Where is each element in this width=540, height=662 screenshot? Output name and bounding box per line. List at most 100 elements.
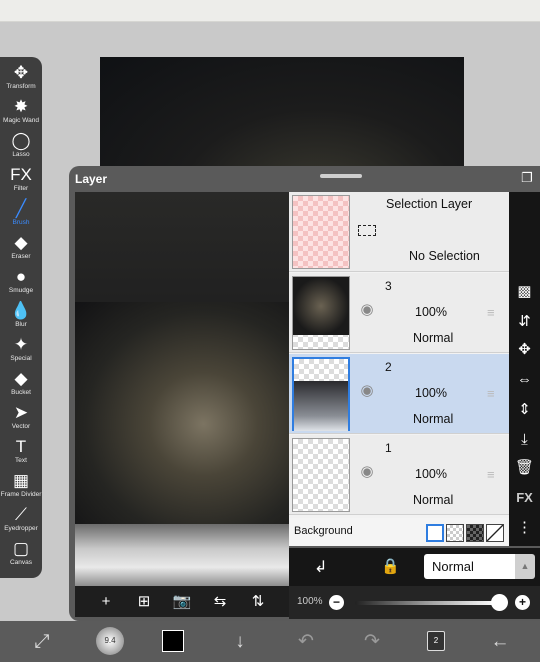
tool-vector[interactable]: ➤ Vector (0, 403, 42, 436)
tool-label: Magic Wand (3, 117, 39, 124)
tool-canvas[interactable]: ▢ Canvas (0, 539, 42, 572)
duplicate-layer-icon[interactable]: ⊞ (133, 592, 155, 612)
layer-list: Selection Layer No Selection 3 ◉ 100% ≡ … (289, 192, 509, 546)
panel-title: Layer (75, 172, 108, 186)
down-arrow-icon[interactable]: ↓ (228, 630, 252, 654)
background-dark-swatch[interactable] (466, 524, 484, 542)
background-row[interactable]: Background (289, 518, 509, 546)
layer-blend-mode: Normal (413, 493, 454, 507)
special-icon: ✦ (13, 335, 29, 354)
transform-icon: ✥ (13, 63, 29, 82)
opacity-slider[interactable] (355, 601, 495, 605)
blend-mode-select[interactable]: Normal (424, 554, 520, 579)
visibility-eye-icon[interactable]: ◉ (357, 302, 377, 317)
tool-smudge[interactable]: ● Smudge (0, 267, 42, 300)
drag-handle[interactable] (320, 174, 362, 178)
layer-opacity: 100% (415, 305, 447, 319)
trash-icon[interactable]: 🗑 (509, 456, 540, 480)
back-arrow-icon[interactable]: ← (488, 630, 512, 654)
layer-preview (75, 192, 289, 586)
tool-frame-divider[interactable]: ▦ Frame Divider (0, 471, 42, 504)
clipping-icon[interactable]: ↲ (314, 557, 327, 577)
blend-mode-arrow-icon[interactable]: ▲ (515, 554, 535, 579)
add-layer-icon[interactable]: + (95, 592, 117, 612)
opacity-plus-button[interactable]: + (515, 595, 530, 610)
layer-opacity: 100% (415, 467, 447, 481)
text-icon: T (15, 437, 27, 456)
tool-lasso[interactable]: ◯ Lasso (0, 131, 42, 164)
frame-divider-icon: ▦ (12, 471, 30, 490)
flip-horizontal-icon[interactable]: ⇆ (209, 592, 231, 612)
move-icon[interactable]: ✥ (509, 338, 540, 362)
transparency-icon[interactable]: ▩ (509, 280, 540, 304)
reorder-handle-icon[interactable]: ≡ (487, 386, 495, 401)
layer-blend-mode: Normal (413, 412, 454, 426)
color-swatch[interactable] (162, 630, 184, 652)
layer-3-thumbnail (292, 276, 350, 350)
opacity-minus-button[interactable]: − (329, 595, 344, 610)
preview-night-sky (75, 302, 289, 524)
visibility-eye-icon[interactable]: ◉ (357, 464, 377, 479)
layer-side-tools: ▩ ⇵ ✥ ⇔ ⇕ ⤓ 🗑 FX ⋮ (509, 192, 540, 546)
tool-label: Special (10, 355, 32, 362)
visibility-eye-icon[interactable]: ◉ (357, 383, 377, 398)
eraser-icon: ◆ (14, 233, 28, 252)
tool-eyedropper[interactable]: ⟋ Eyedropper (0, 505, 42, 538)
eyedropper-icon: ⟋ (15, 505, 27, 524)
fx-icon[interactable]: FX (509, 486, 540, 510)
flip-vertical-icon[interactable]: ⇅ (247, 592, 269, 612)
tool-text[interactable]: T Text (0, 437, 42, 470)
preview-figure-area (75, 524, 289, 586)
alpha-lock-icon[interactable]: 🔒 (381, 557, 400, 575)
tool-label: Brush (12, 219, 30, 226)
tool-blur[interactable]: 💧 Blur (0, 301, 42, 334)
background-none-swatch[interactable] (486, 524, 504, 542)
layer-row-2[interactable]: 2 ◉ 100% ≡ Normal (289, 354, 509, 434)
selection-layer-row[interactable]: Selection Layer No Selection (289, 192, 509, 272)
camera-icon[interactable]: 📷 (171, 592, 193, 612)
layers-count-icon[interactable]: 2 (427, 631, 445, 651)
left-toolbar: ✥ Transform ✸ Magic Wand ◯ Lasso FX Filter ╱ Brus… (0, 57, 42, 578)
tool-brush[interactable]: ╱ Brush (0, 199, 42, 232)
background-white-swatch[interactable] (426, 524, 444, 542)
opacity-bar: 100% − + (289, 586, 540, 619)
flip-vertical-icon[interactable]: ⇕ (509, 398, 540, 422)
selection-marquee-icon (358, 225, 376, 236)
background-checker-swatch[interactable] (446, 524, 464, 542)
undo-icon[interactable]: ↶ (294, 630, 318, 654)
layer-number: 3 (385, 279, 392, 293)
tool-label: Smudge (8, 287, 34, 294)
tool-transform[interactable]: ✥ Transform (0, 63, 42, 96)
reorder-handle-icon[interactable]: ≡ (487, 467, 495, 482)
layer-opacity: 100% (415, 386, 447, 400)
move-layer-icon[interactable]: ⇵ (509, 310, 540, 334)
tool-eraser[interactable]: ◆ Eraser (0, 233, 42, 266)
vector-icon: ➤ (13, 403, 29, 422)
opacity-slider-knob[interactable] (491, 594, 508, 611)
merge-down-icon[interactable]: ⤓ (509, 428, 540, 452)
flip-horizontal-icon[interactable]: ⇔ (509, 368, 540, 392)
tool-label: Vector (11, 423, 31, 430)
tool-label: Transform (6, 83, 36, 90)
tool-special[interactable]: ✦ Special (0, 335, 42, 368)
filter-icon: FX (10, 165, 32, 184)
blur-icon: 💧 (10, 301, 32, 320)
tool-label: Eraser (11, 253, 31, 260)
tool-magic-wand[interactable]: ✸ Magic Wand (0, 97, 42, 130)
reorder-handle-icon[interactable]: ≡ (487, 305, 495, 320)
layer-row-1[interactable]: 1 ◉ 100% ≡ Normal (289, 435, 509, 515)
preview-toolbar: + ⊞ 📷 ⇆ ⇅ (75, 586, 289, 617)
tool-label: Text (15, 457, 27, 464)
window-toggle-icon[interactable]: ❐ (519, 170, 535, 186)
redo-icon[interactable]: ↷ (360, 630, 384, 654)
canvas-icon: ▢ (12, 539, 30, 558)
brush-size-button[interactable]: 9.4 (96, 627, 124, 655)
layer-row-3[interactable]: 3 ◉ 100% ≡ Normal (289, 273, 509, 353)
tool-label: Frame Divider (0, 491, 42, 498)
tool-bucket[interactable]: ◆ Bucket (0, 369, 42, 402)
more-options-icon[interactable]: ⋮ (509, 516, 540, 540)
smudge-icon: ● (15, 267, 27, 286)
tool-filter[interactable]: FX Filter (0, 165, 42, 198)
transform-icon[interactable]: ⤢ (30, 630, 54, 654)
tool-label: Eyedropper (4, 525, 38, 532)
